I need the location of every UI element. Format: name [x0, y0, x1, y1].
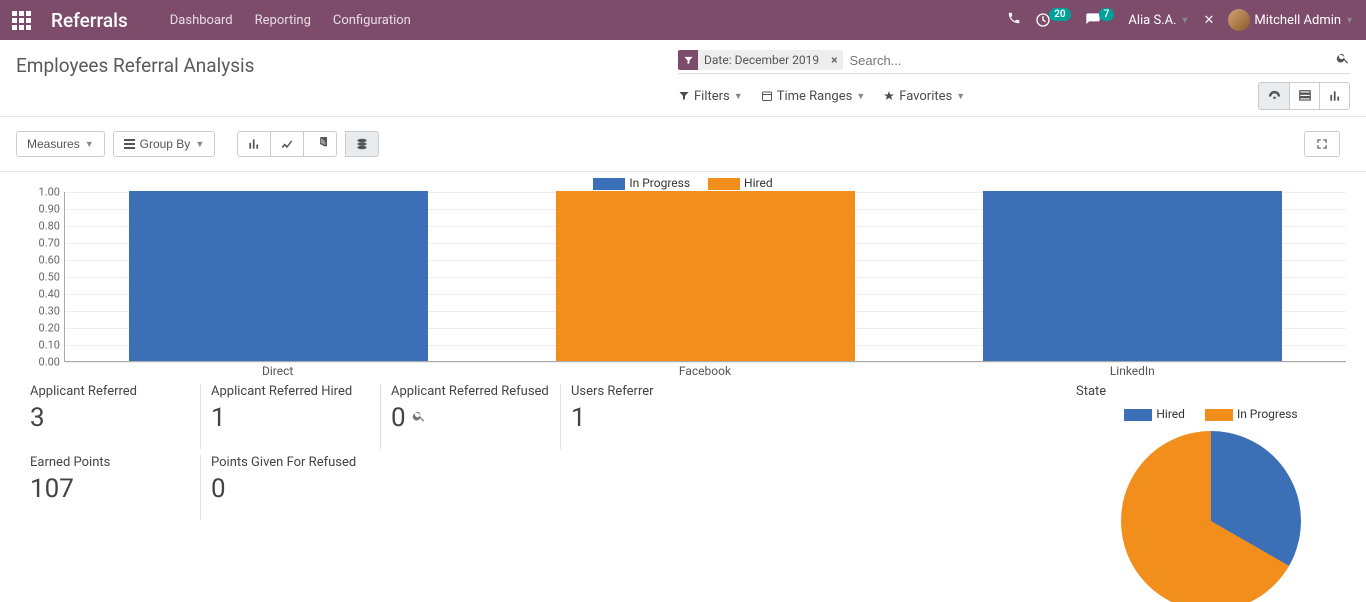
favorites-dropdown[interactable]: Favorites ▼	[883, 89, 965, 104]
facet-remove[interactable]: ×	[825, 53, 843, 67]
kpi-applicant-referred-refused: Applicant Referred Refused 0	[380, 384, 560, 449]
nav-dashboard[interactable]: Dashboard	[170, 13, 233, 28]
app-brand[interactable]: Referrals	[51, 9, 128, 32]
pie-chart	[1121, 431, 1301, 602]
kpi-value: 1	[571, 403, 730, 433]
top-bar: Referrals Dashboard Reporting Configurat…	[0, 0, 1366, 40]
kpi-applicant-referred-hired: Applicant Referred Hired 1	[200, 384, 380, 449]
activity-badge: 20	[1049, 8, 1070, 21]
kpi-label: Points Given For Refused	[211, 455, 370, 470]
kpi-value: 0	[211, 474, 370, 504]
view-pivot[interactable]	[1289, 83, 1319, 109]
hamburger-icon	[124, 139, 135, 149]
kpi-value: 3	[30, 403, 190, 433]
chevron-down-icon: ▼	[734, 91, 743, 102]
dashboard-content[interactable]: In Progress Hired 0.000.100.200.300.400.…	[0, 172, 1366, 602]
nav-reporting[interactable]: Reporting	[255, 13, 311, 28]
filter-icon	[678, 50, 698, 70]
state-chart: State Hired In Progress	[1066, 384, 1346, 602]
kpi-value: 107	[30, 474, 190, 504]
search-input[interactable]	[843, 51, 1336, 70]
kpi-value: 0	[391, 403, 550, 433]
chart-legend: In Progress Hired	[20, 176, 1346, 190]
avatar	[1228, 9, 1250, 31]
chart-pie-button[interactable]	[303, 131, 337, 157]
search-row: Date: December 2019 ×	[678, 50, 1350, 74]
legend-in-progress: In Progress	[593, 176, 690, 190]
filters-label: Filters	[694, 89, 730, 104]
pie-legend-hired: Hired	[1124, 407, 1185, 421]
x-label: LinkedIn	[919, 364, 1346, 378]
chevron-down-icon: ▼	[1181, 15, 1190, 26]
company-name: Alia S.A.	[1128, 13, 1176, 28]
close-icon[interactable]: ✕	[1203, 13, 1214, 28]
pie-legend: Hired In Progress	[1076, 407, 1346, 421]
view-dashboard[interactable]	[1259, 83, 1289, 109]
phone-icon[interactable]	[1007, 11, 1021, 29]
kpi-label: Applicant Referred	[30, 384, 190, 399]
bar-facebook-hired	[556, 191, 855, 361]
favorites-label: Favorites	[899, 89, 952, 104]
kpi-drilldown-icon[interactable]	[412, 409, 426, 427]
chart-type-group	[237, 131, 337, 157]
apps-icon[interactable]	[12, 11, 31, 30]
nav-configuration[interactable]: Configuration	[333, 13, 411, 28]
kpi-label: Applicant Referred Hired	[211, 384, 370, 399]
filters-dropdown[interactable]: Filters ▼	[678, 89, 743, 104]
messages-badge: 7	[1099, 8, 1115, 21]
search-tools: Filters ▼ Time Ranges ▼ Favorites ▼	[678, 82, 1350, 110]
time-ranges-label: Time Ranges	[777, 89, 853, 104]
kpi-label: Applicant Referred Refused	[391, 384, 550, 399]
messages-icon[interactable]: 7	[1085, 12, 1115, 28]
topbar-right: 20 7 Alia S.A. ▼ ✕ Mitchell Admin ▼	[1007, 9, 1354, 31]
fullscreen-button[interactable]	[1304, 131, 1340, 157]
control-bar: Employees Referral Analysis Date: Decemb…	[0, 40, 1366, 110]
x-label: Facebook	[491, 364, 918, 378]
kpi-label: Users Referrer	[571, 384, 730, 399]
chevron-down-icon: ▼	[195, 139, 204, 149]
kpi-value: 1	[211, 403, 370, 433]
chevron-down-icon: ▼	[85, 139, 94, 149]
kpi-section: Applicant Referred 3 Applicant Referred …	[20, 384, 1346, 602]
search-area: Date: December 2019 × Filters ▼ Time Ran…	[678, 50, 1350, 110]
measures-label: Measures	[27, 137, 80, 151]
nav-links: Dashboard Reporting Configuration	[170, 13, 411, 28]
bar-direct-in-progress	[129, 191, 428, 361]
chart-line-button[interactable]	[270, 131, 304, 157]
measures-button[interactable]: Measures ▼	[16, 131, 105, 157]
chart-stacked-button[interactable]	[345, 131, 379, 157]
kpi-users-referrer: Users Referrer 1	[560, 384, 740, 449]
legend-hired: Hired	[708, 176, 773, 190]
time-ranges-dropdown[interactable]: Time Ranges ▼	[761, 89, 866, 104]
search-facet-date: Date: December 2019 ×	[678, 50, 843, 70]
chevron-down-icon: ▼	[1345, 15, 1354, 26]
x-label: Direct	[64, 364, 491, 378]
kpi-label: Earned Points	[30, 455, 190, 470]
page-title: Employees Referral Analysis	[16, 50, 254, 77]
chevron-down-icon: ▼	[956, 91, 965, 102]
pie-legend-in-progress: In Progress	[1205, 407, 1298, 421]
bar-linkedin-in-progress	[983, 191, 1282, 361]
chart-bar-button[interactable]	[237, 131, 271, 157]
chevron-down-icon: ▼	[856, 91, 865, 102]
kpi-points-refused: Points Given For Refused 0	[200, 455, 380, 520]
view-switch	[1258, 82, 1350, 110]
view-graph[interactable]	[1319, 83, 1349, 109]
kpi-applicant-referred: Applicant Referred 3	[20, 384, 200, 449]
group-by-label: Group By	[140, 137, 191, 151]
graph-toolbar: Measures ▼ Group By ▼	[0, 116, 1366, 172]
facet-label: Date: December 2019	[698, 53, 825, 67]
chart-mode-group	[345, 131, 379, 157]
search-icon[interactable]	[1336, 51, 1350, 69]
company-switcher[interactable]: Alia S.A. ▼	[1128, 13, 1189, 28]
kpi-earned-points: Earned Points 107	[20, 455, 200, 520]
user-menu[interactable]: Mitchell Admin ▼	[1228, 9, 1354, 31]
user-name: Mitchell Admin	[1254, 13, 1341, 28]
bar-chart: 0.000.100.200.300.400.500.600.700.800.90…	[20, 192, 1346, 378]
group-by-button[interactable]: Group By ▼	[113, 131, 216, 157]
activity-icon[interactable]: 20	[1035, 12, 1070, 28]
state-title: State	[1076, 384, 1346, 399]
